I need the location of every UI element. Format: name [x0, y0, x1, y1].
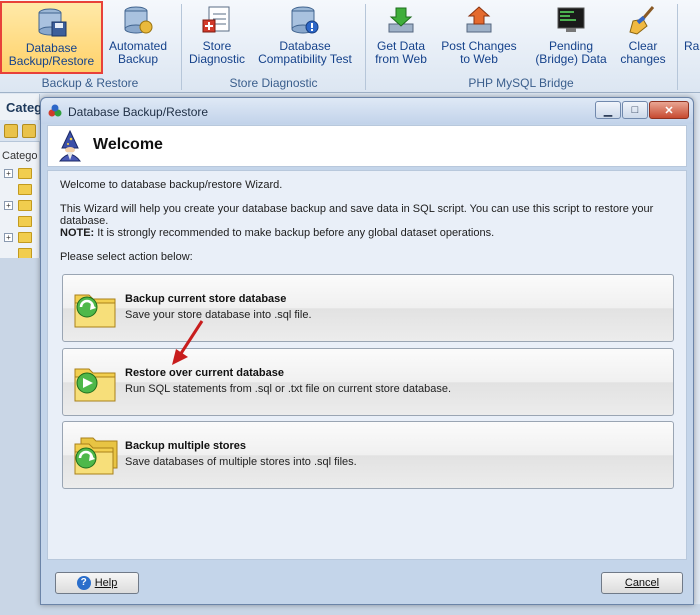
button-label: Compatibility Test — [258, 52, 352, 66]
diagnostic-checklist-icon — [202, 6, 230, 33]
button-label: Backup — [117, 52, 159, 66]
ribbon-button-partial[interactable]: Ra — [684, 4, 700, 74]
button-label: to Web — [460, 52, 498, 66]
description-text: This Wizard will help you create your da… — [60, 203, 654, 227]
option-title: Backup current store database — [125, 293, 287, 305]
button-label: Diagnostic — [188, 52, 246, 66]
folder-icon[interactable] — [22, 124, 36, 138]
tree-item[interactable] — [4, 182, 40, 198]
restore-over-current-option[interactable]: Restore over current database Run SQL st… — [62, 348, 674, 416]
minimize-button[interactable]: ▁ — [595, 101, 621, 119]
backup-multiple-stores-option[interactable]: Backup multiple stores Save databases of… — [62, 421, 674, 489]
wizard-title: Welcome — [93, 136, 163, 153]
maximize-button[interactable]: □ — [622, 101, 648, 119]
tree-item[interactable] — [4, 214, 40, 230]
folder-icon — [18, 168, 32, 179]
dialog-title: Database Backup/Restore — [68, 105, 209, 119]
database-backup-restore-button[interactable]: Database Backup/Restore — [0, 1, 103, 74]
folder-icon — [18, 184, 32, 195]
maximize-icon: □ — [631, 104, 639, 116]
broom-icon — [629, 6, 655, 35]
button-label: Backup/Restore — [8, 54, 95, 68]
post-changes-to-web-button[interactable]: Post Changes to Web — [439, 4, 519, 74]
download-arrow-icon — [388, 7, 414, 33]
app-icon — [48, 104, 62, 117]
dialog-titlebar[interactable]: Database Backup/Restore ▁ □ ✕ — [41, 98, 693, 124]
button-label: from Web — [375, 52, 427, 66]
wizard-header: Welcome — [47, 125, 687, 167]
group-label-store-diagnostic: Store Diagnostic — [229, 76, 318, 90]
group-separator — [677, 4, 678, 90]
prompt-text: Please select action below: — [60, 251, 193, 263]
tree-column-header: Catego — [2, 150, 38, 162]
folder-restore-icon — [74, 368, 116, 402]
option-description: Save your store database into .sql file. — [125, 309, 312, 321]
close-icon: ✕ — [664, 104, 674, 117]
group-label-backup-restore: Backup & Restore — [41, 76, 139, 90]
expand-icon[interactable]: + — [4, 233, 13, 242]
pending-bridge-data-button[interactable]: Pending (Bridge) Data — [532, 4, 610, 74]
close-button[interactable]: ✕ — [649, 101, 689, 119]
backup-restore-dialog: Database Backup/Restore ▁ □ ✕ Welcome We… — [40, 97, 694, 605]
database-compatibility-test-button[interactable]: Database Compatibility Test — [254, 4, 356, 74]
cancel-label: Cancel — [624, 577, 660, 589]
dialog-footer: ? Help Cancel — [41, 564, 693, 604]
terminal-console-icon — [557, 7, 585, 32]
tree-item[interactable]: + — [4, 198, 40, 214]
help-button[interactable]: ? Help — [55, 572, 139, 594]
clear-changes-button[interactable]: Clear changes — [618, 4, 668, 74]
wizard-content: Welcome to database backup/restore Wizar… — [47, 170, 687, 560]
ribbon-toolbar: Database Backup/Restore Automated Backup… — [0, 0, 700, 93]
database-warning-icon — [291, 6, 319, 34]
button-label: changes — [620, 52, 666, 66]
button-label: Ra — [684, 39, 700, 53]
folder-add-icon[interactable] — [4, 124, 18, 138]
background-window-bottom — [40, 604, 700, 615]
expand-icon[interactable]: + — [4, 201, 13, 210]
note-label: NOTE: — [60, 227, 95, 239]
annotation-arrow-icon — [172, 320, 204, 365]
option-description: Run SQL statements from .sql or .txt fil… — [125, 383, 452, 395]
database-gear-icon — [124, 6, 153, 34]
wizard-icon — [58, 130, 82, 162]
panel-caption: Categ — [6, 100, 43, 115]
folder-backup-icon — [74, 294, 116, 328]
folder-icon — [18, 232, 32, 243]
option-title: Backup multiple stores — [125, 440, 247, 452]
intro-text: Welcome to database backup/restore Wizar… — [60, 179, 283, 191]
minimize-icon: ▁ — [603, 104, 613, 117]
note-text: NOTE: It is strongly recommended to make… — [60, 227, 494, 239]
folder-icon — [18, 216, 32, 227]
group-label-php-mysql-bridge: PHP MySQL Bridge — [468, 76, 574, 90]
cancel-button[interactable]: Cancel — [601, 572, 683, 594]
get-data-from-web-button[interactable]: Get Data from Web — [372, 4, 430, 74]
store-diagnostic-button[interactable]: Store Diagnostic — [188, 4, 246, 74]
option-description: Save databases of multiple stores into .… — [125, 456, 357, 468]
categories-panel: Categ Catego + + + — [0, 94, 43, 615]
panel-background — [0, 258, 40, 615]
folder-icon — [18, 200, 32, 211]
help-label: Help — [94, 577, 118, 589]
backup-current-store-option[interactable]: Backup current store database Save your … — [62, 274, 674, 342]
upload-arrow-icon — [466, 6, 492, 33]
folders-backup-icon — [74, 437, 118, 475]
database-save-icon — [38, 8, 66, 37]
tree-item[interactable]: + — [4, 166, 40, 182]
help-icon: ? — [76, 576, 91, 590]
unknown-icon — [684, 4, 700, 36]
automated-backup-button[interactable]: Automated Backup — [106, 4, 170, 74]
note-body: It is strongly recommended to make backu… — [94, 227, 495, 239]
expand-icon[interactable]: + — [4, 169, 13, 178]
panel-toolbar — [0, 120, 40, 142]
tree-item[interactable]: + — [4, 230, 40, 246]
button-label: (Bridge) Data — [535, 52, 607, 66]
